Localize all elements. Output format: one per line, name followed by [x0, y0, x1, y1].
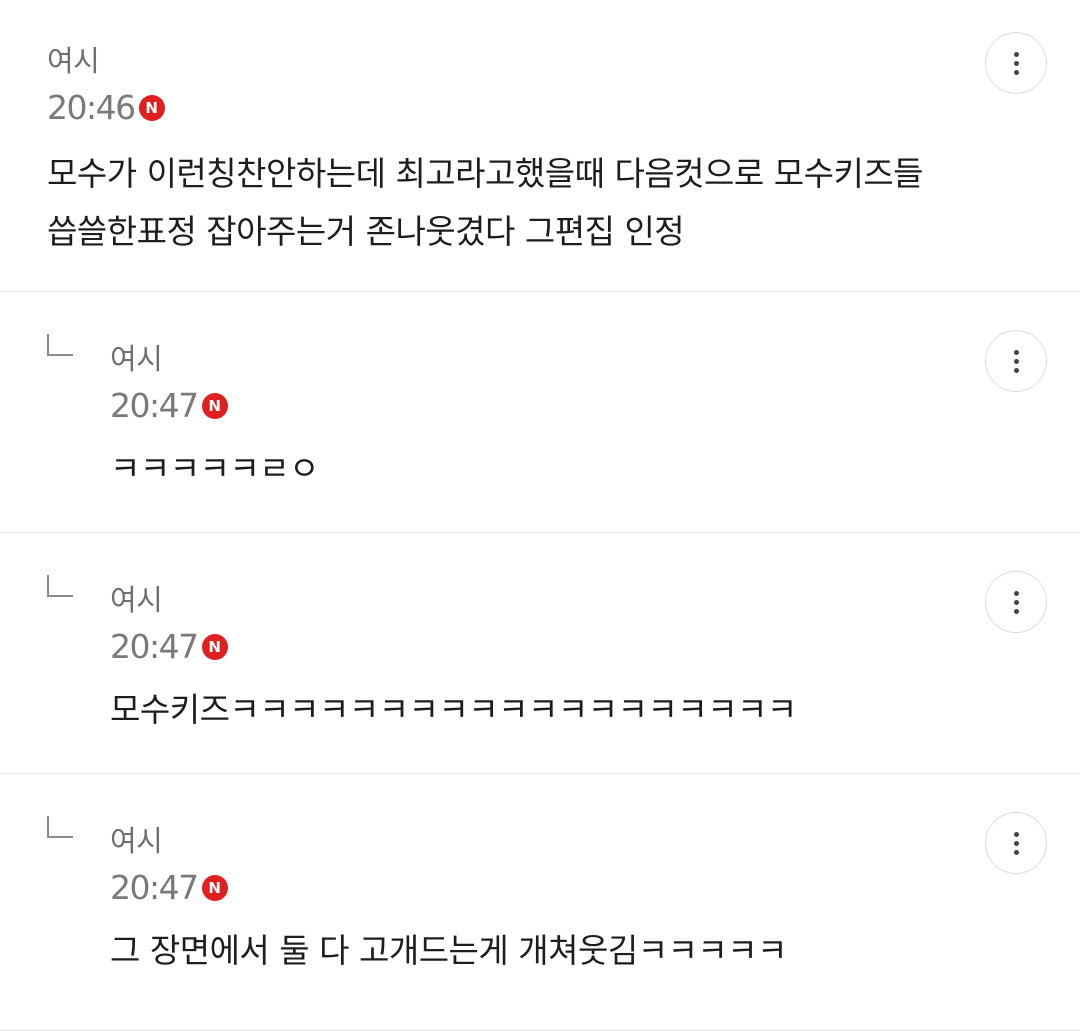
more-vertical-icon: [1013, 51, 1019, 57]
comment-time: 20:47: [110, 627, 199, 666]
reply-arrow-icon: [47, 575, 73, 597]
reply-arrow-icon: [47, 334, 73, 356]
comment-author: 여시: [110, 583, 163, 617]
more-vertical-icon: [1013, 349, 1019, 355]
reply-comment: 여시 20:47 N ㅋㅋㅋㅋㅋㄹㅇ: [0, 292, 1080, 533]
comment-text: 모수키즈ㅋㅋㅋㅋㅋㅋㅋㅋㅋㅋㅋㅋㅋㅋㅋㅋㅋㅋㅋ: [110, 690, 797, 729]
comment-author: 여시: [110, 342, 163, 376]
more-options-button[interactable]: [985, 571, 1047, 633]
comment-text: 모수가 이런칭찬안하는데 최고라고했을때 다음컷으로 모수키즈들 씁쓸한표정 잡…: [47, 145, 924, 261]
more-vertical-icon-dot: [1013, 69, 1019, 75]
more-vertical-icon-dot: [1013, 608, 1019, 614]
reply-comment: 여시 20:47 N 모수키즈ㅋㅋㅋㅋㅋㅋㅋㅋㅋㅋㅋㅋㅋㅋㅋㅋㅋㅋㅋ: [0, 533, 1080, 774]
comment-author: 여시: [110, 824, 163, 858]
more-options-button[interactable]: [985, 330, 1047, 392]
comment-time-row: 20:47 N: [110, 868, 228, 908]
comment-text-line: 씁쓸한표정 잡아주는거 존나웃겼다 그편집 인정: [47, 212, 685, 251]
new-badge-icon: N: [201, 634, 228, 660]
new-badge-icon: N: [138, 95, 165, 121]
new-badge-icon: N: [201, 875, 228, 901]
comment-text: ㅋㅋㅋㅋㅋㄹㅇ: [110, 449, 320, 488]
new-badge-icon: N: [201, 393, 228, 419]
more-vertical-icon-dot: [1013, 849, 1019, 855]
comment-time: 20:47: [110, 386, 199, 425]
more-options-button[interactable]: [985, 812, 1047, 874]
comment-time-row: 20:47 N: [110, 386, 228, 426]
comment-time: 20:46: [47, 88, 136, 127]
comment-time-row: 20:46 N: [47, 88, 165, 128]
more-options-button[interactable]: [985, 32, 1047, 94]
more-vertical-icon-dot: [1013, 60, 1019, 66]
more-vertical-icon: [1013, 590, 1019, 596]
comment-author: 여시: [47, 44, 100, 78]
reply-arrow-icon: [47, 816, 73, 838]
more-vertical-icon-dot: [1013, 358, 1019, 364]
comment-time: 20:47: [110, 868, 199, 907]
more-vertical-icon: [1013, 831, 1019, 837]
more-vertical-icon-dot: [1013, 367, 1019, 373]
more-vertical-icon-dot: [1013, 599, 1019, 605]
more-vertical-icon-dot: [1013, 840, 1019, 846]
comment: 여시 20:46 N 모수가 이런칭찬안하는데 최고라고했을때 다음컷으로 모수…: [0, 0, 1080, 292]
comment-time-row: 20:47 N: [110, 627, 228, 667]
comment-text-line: 모수가 이런칭찬안하는데 최고라고했을때 다음컷으로 모수키즈들: [47, 154, 924, 193]
comment-text: 그 장면에서 둘 다 고개드는게 개쳐웃김ㅋㅋㅋㅋㅋ: [110, 931, 788, 970]
reply-comment: 여시 20:47 N 그 장면에서 둘 다 고개드는게 개쳐웃김ㅋㅋㅋㅋㅋ: [0, 774, 1080, 1031]
